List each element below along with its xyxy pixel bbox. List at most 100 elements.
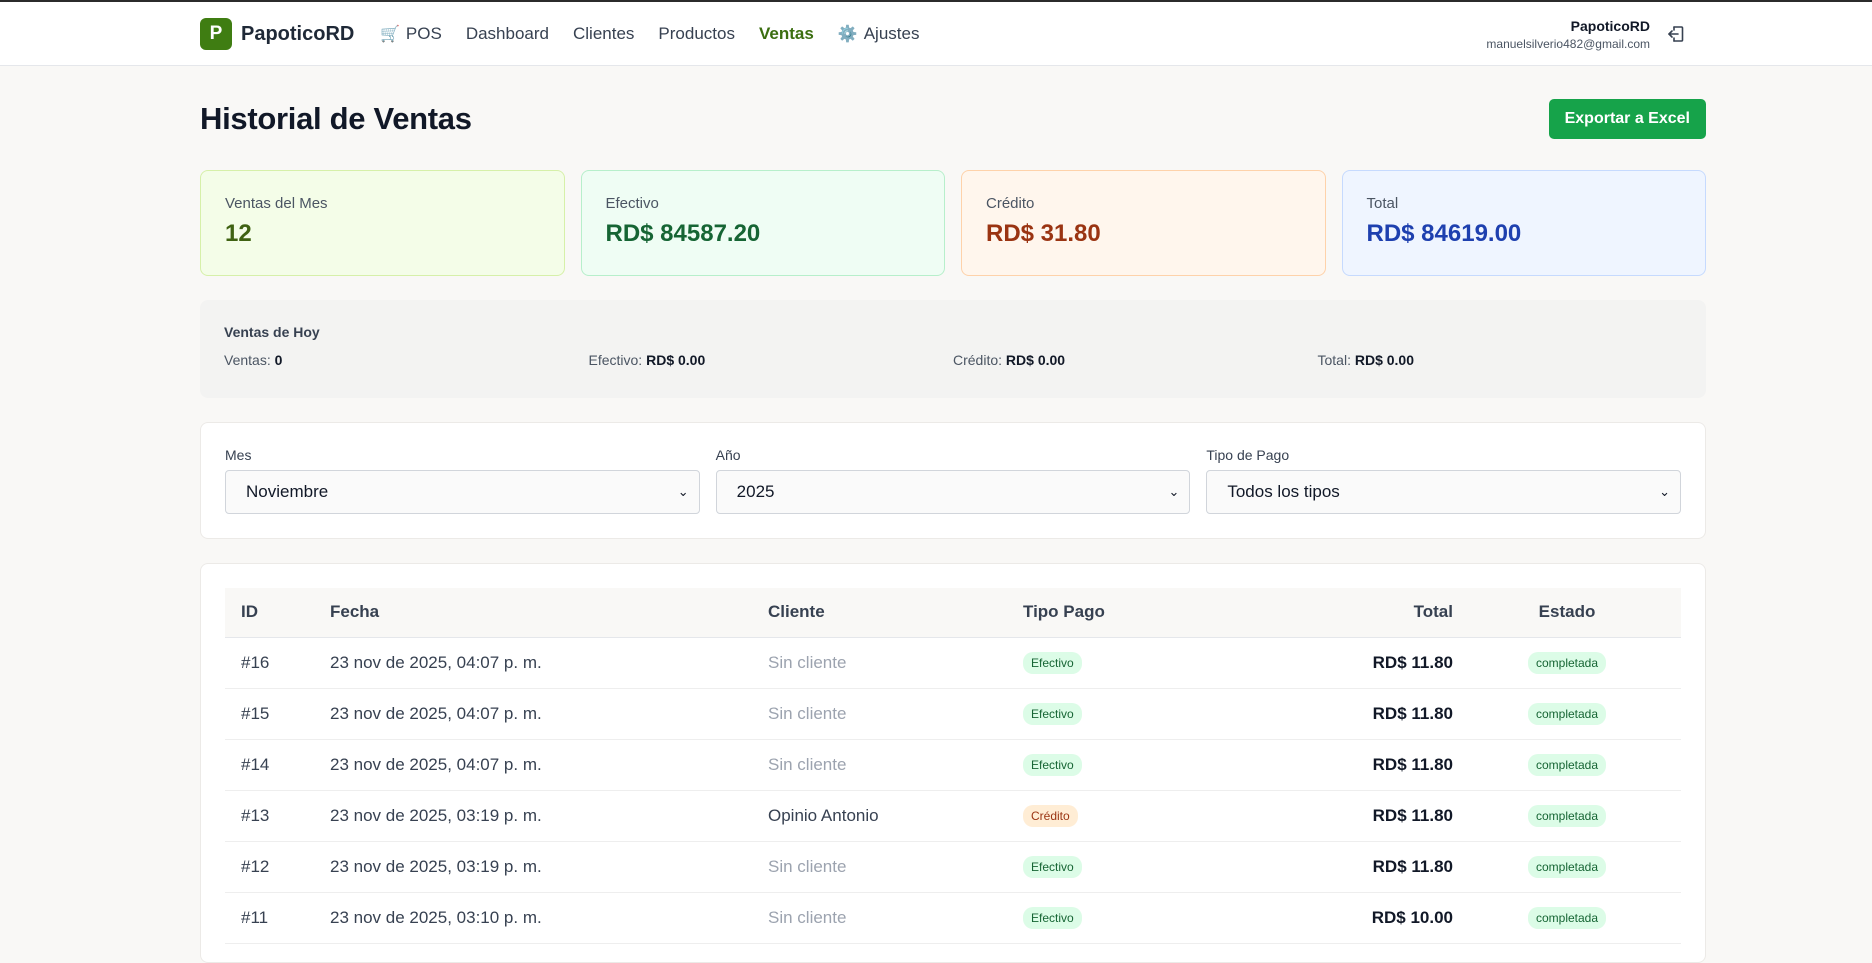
today-total: Total: RD$ 0.00 bbox=[1318, 352, 1683, 368]
select-value: 2025 bbox=[736, 482, 775, 501]
table-header-row: ID Fecha Cliente Tipo Pago Total Estado bbox=[225, 588, 1681, 638]
payment-badge: Efectivo bbox=[1023, 702, 1082, 725]
status-badge: completada bbox=[1527, 651, 1607, 674]
filter-payment-type: Tipo de Pago Todos los tipos ⌄ bbox=[1206, 447, 1682, 514]
nav-productos-label: Productos bbox=[658, 24, 735, 43]
column-header-id: ID bbox=[225, 588, 330, 638]
month-select[interactable]: Noviembre ⌄ bbox=[225, 470, 700, 514]
user-info: PapoticoRD manuelsilverio482@gmail.com bbox=[1486, 18, 1650, 51]
select-value: Todos los tipos bbox=[1227, 482, 1340, 501]
user-email: manuelsilverio482@gmail.com bbox=[1486, 37, 1650, 51]
stat-value: 12 bbox=[225, 220, 252, 247]
sales-table-card: ID Fecha Cliente Tipo Pago Total Estado … bbox=[200, 563, 1706, 963]
cell-status: completada bbox=[1453, 637, 1681, 689]
today-label: Crédito: bbox=[953, 352, 1003, 368]
cell-total: RD$ 11.80 bbox=[1223, 739, 1453, 791]
cell-date: 23 nov de 2025, 03:19 p. m. bbox=[330, 841, 768, 893]
nav-ajustes[interactable]: ⚙️ Ajustes bbox=[838, 24, 920, 44]
cell-client: Opinio Antonio bbox=[768, 790, 1023, 842]
nav-clientes-label: Clientes bbox=[573, 24, 635, 43]
nav-productos[interactable]: Productos bbox=[658, 24, 735, 44]
stat-value: RD$ 31.80 bbox=[986, 220, 1101, 247]
payment-badge: Crédito bbox=[1023, 804, 1078, 827]
nav-ventas[interactable]: Ventas bbox=[759, 24, 814, 44]
column-header-payment: Tipo Pago bbox=[1023, 588, 1223, 638]
payment-badge: Efectivo bbox=[1023, 753, 1082, 776]
stat-card-total: Total RD$ 84619.00 bbox=[1341, 170, 1706, 276]
today-value: RD$ 0.00 bbox=[1005, 352, 1066, 368]
stat-card-credit: Crédito RD$ 31.80 bbox=[961, 170, 1326, 276]
stats-row: Ventas del Mes 12 Efectivo RD$ 84587.20 … bbox=[200, 170, 1706, 276]
cell-date: 23 nov de 2025, 04:07 p. m. bbox=[330, 739, 768, 791]
status-badge: completada bbox=[1527, 753, 1607, 776]
table-row[interactable]: #16 23 nov de 2025, 04:07 p. m. Sin client… bbox=[225, 637, 1681, 689]
logout-icon[interactable] bbox=[1666, 24, 1686, 44]
cell-id: #12 bbox=[225, 841, 330, 893]
status-badge: completada bbox=[1527, 906, 1607, 929]
cell-client: Sin cliente bbox=[768, 892, 1023, 944]
cell-date: 23 nov de 2025, 03:19 p. m. bbox=[330, 790, 768, 842]
filter-label: Año bbox=[715, 447, 741, 463]
table-row[interactable]: #14 23 nov de 2025, 04:07 p. m. Sin client… bbox=[225, 739, 1681, 791]
stat-label: Crédito bbox=[986, 195, 1035, 212]
nav-clientes[interactable]: Clientes bbox=[573, 24, 634, 44]
cell-date: 23 nov de 2025, 04:07 p. m. bbox=[330, 637, 768, 689]
cell-total: RD$ 11.80 bbox=[1223, 637, 1453, 689]
stat-label: Total bbox=[1366, 195, 1399, 212]
filter-month: Mes Noviembre ⌄ bbox=[225, 447, 700, 514]
brand-name: PapoticoRD bbox=[241, 22, 355, 45]
today-label: Efectivo: bbox=[588, 352, 643, 368]
cell-payment: Efectivo bbox=[1023, 637, 1223, 689]
payment-badge: Efectivo bbox=[1023, 651, 1082, 674]
nav-dashboard[interactable]: Dashboard bbox=[466, 24, 549, 44]
payment-badge: Efectivo bbox=[1023, 906, 1082, 929]
export-excel-button[interactable]: Exportar a Excel bbox=[1548, 99, 1706, 139]
column-header-total: Total bbox=[1223, 588, 1453, 638]
cell-client: Sin cliente bbox=[768, 841, 1023, 893]
cell-id: #15 bbox=[225, 688, 330, 740]
chevron-down-icon: ⌄ bbox=[1659, 484, 1671, 499]
today-value: RD$ 0.00 bbox=[1354, 352, 1415, 368]
table-row[interactable]: #13 23 nov de 2025, 03:19 p. m. Opinio Ant… bbox=[225, 790, 1681, 842]
cell-id: #13 bbox=[225, 790, 330, 842]
today-title: Ventas de Hoy bbox=[224, 324, 320, 340]
filter-label: Tipo de Pago bbox=[1206, 447, 1290, 463]
filter-label: Mes bbox=[225, 447, 252, 463]
table-row[interactable]: #12 23 nov de 2025, 03:19 p. m. Sin client… bbox=[225, 841, 1681, 893]
cell-total: RD$ 11.80 bbox=[1223, 790, 1453, 842]
nav-dashboard-label: Dashboard bbox=[465, 24, 549, 43]
year-select[interactable]: 2025 ⌄ bbox=[715, 470, 1191, 514]
table-row[interactable]: #11 23 nov de 2025, 03:10 p. m. Sin client… bbox=[225, 892, 1681, 944]
filter-year: Año 2025 ⌄ bbox=[715, 447, 1191, 514]
nav-pos[interactable]: 🛒 POS bbox=[380, 24, 442, 44]
select-value: Noviembre bbox=[246, 482, 329, 501]
today-label: Total: bbox=[1317, 352, 1351, 368]
today-summary: Ventas de Hoy Ventas: 0 Efectivo: RD$ 0.… bbox=[200, 300, 1706, 398]
main-nav: 🛒 POS Dashboard Clientes Productos Venta… bbox=[380, 2, 943, 66]
today-sales-count: Ventas: 0 bbox=[224, 352, 589, 368]
stat-value: RD$ 84619.00 bbox=[1366, 220, 1522, 247]
payment-type-select[interactable]: Todos los tipos ⌄ bbox=[1206, 470, 1682, 514]
cell-payment: Efectivo bbox=[1023, 688, 1223, 740]
column-header-status: Estado bbox=[1453, 588, 1681, 638]
table-row[interactable]: #15 23 nov de 2025, 04:07 p. m. Sin client… bbox=[225, 688, 1681, 740]
gear-icon: ⚙️ bbox=[837, 26, 858, 43]
user-name: PapoticoRD bbox=[1570, 18, 1650, 34]
nav-pos-label: POS bbox=[405, 24, 442, 43]
today-value: RD$ 0.00 bbox=[646, 352, 706, 368]
main-content: Historial de Ventas Exportar a Excel Ven… bbox=[200, 66, 1706, 963]
filters-panel: Mes Noviembre ⌄ Año 2025 ⌄ Tipo de Pago … bbox=[200, 422, 1706, 539]
status-badge: completada bbox=[1527, 702, 1607, 725]
today-credit: Crédito: RD$ 0.00 bbox=[953, 352, 1318, 368]
today-value: 0 bbox=[274, 352, 283, 368]
nav-ventas-label: Ventas bbox=[758, 24, 814, 43]
nav-ajustes-label: Ajustes bbox=[863, 24, 920, 43]
cell-date: 23 nov de 2025, 03:10 p. m. bbox=[330, 892, 768, 944]
status-badge: completada bbox=[1527, 804, 1607, 827]
brand[interactable]: P PapoticoRD bbox=[200, 18, 354, 50]
cell-status: completada bbox=[1453, 892, 1681, 944]
cell-client: Sin cliente bbox=[768, 637, 1023, 689]
cell-status: completada bbox=[1453, 841, 1681, 893]
stat-label: Efectivo bbox=[605, 195, 659, 212]
status-badge: completada bbox=[1527, 855, 1607, 878]
